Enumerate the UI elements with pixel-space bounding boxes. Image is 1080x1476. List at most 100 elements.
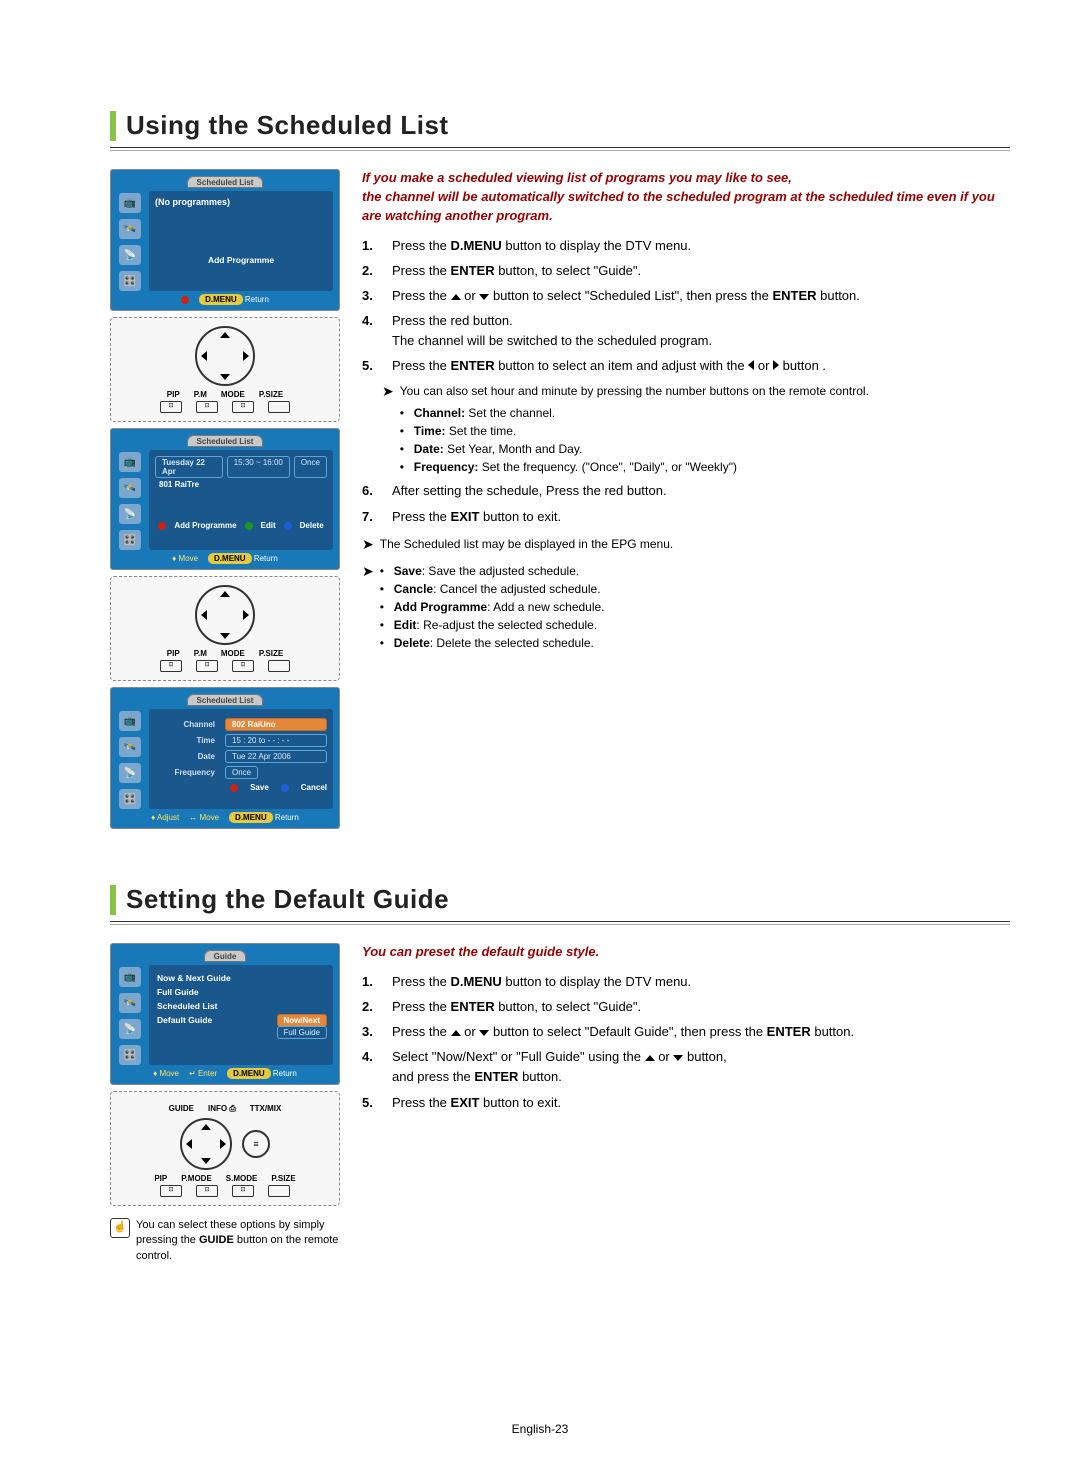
red-dot-icon <box>230 784 238 792</box>
step: Press the D.MENU button to display the D… <box>362 236 1010 256</box>
step: Press the red button.The channel will be… <box>362 311 1010 351</box>
note-arrow-icon: ➤ <box>382 381 394 475</box>
red-dot-icon <box>158 522 166 530</box>
list-once: Once <box>294 456 327 478</box>
tv-tab: Scheduled List <box>187 176 264 188</box>
instructions-column: If you make a scheduled viewing list of … <box>362 169 1010 829</box>
sidebar-icon: 🎛️ <box>119 1045 141 1065</box>
step: Press the D.MENU button to display the D… <box>362 972 1010 992</box>
list-date: Tuesday 22 Apr <box>155 456 223 478</box>
tv-panel-guide: Guide 📺 🛰️ 📡 🎛️ Now & Next Guide Full Gu… <box>110 943 340 1085</box>
sidebar-icon: 🎛️ <box>119 271 141 291</box>
rule <box>110 147 1010 151</box>
illustration-column: Guide 📺 🛰️ 📡 🎛️ Now & Next Guide Full Gu… <box>110 943 340 1264</box>
sidebar-icon: 📺 <box>119 967 141 987</box>
down-arrow-icon <box>201 1158 211 1164</box>
right-arrow-icon <box>243 610 249 620</box>
option: Full Guide <box>277 1026 327 1039</box>
sidebar-icon: 📡 <box>119 245 141 265</box>
remote-diagram: PIP P.M MODE P.SIZE ⊡⊡⊡ <box>110 317 340 422</box>
intro-text: If you make a scheduled viewing list of … <box>362 169 1010 226</box>
step: Press the ENTER button, to select "Guide… <box>362 997 1010 1017</box>
blue-dot-icon <box>281 784 289 792</box>
down-arrow-icon <box>220 374 230 380</box>
up-arrow-icon <box>220 591 230 597</box>
step: Press the ENTER button, to select "Guide… <box>362 261 1010 281</box>
blue-dot-icon <box>284 522 292 530</box>
dmenu-pill: D.MENU <box>229 812 273 823</box>
selected-option: Now/Next <box>277 1014 327 1027</box>
dmenu-pill: D.MENU <box>208 553 252 564</box>
sidebar-icon: 🎛️ <box>119 789 141 809</box>
remote-diagram: GUIDE INFO ⎙ TTX/MIX ≡ <box>110 1091 340 1206</box>
hand-icon: ☝ <box>110 1218 130 1238</box>
up-arrow-icon <box>451 294 461 300</box>
sidebar-icon: 🛰️ <box>119 478 141 498</box>
rule <box>110 921 1010 925</box>
ttx-circle-icon: ≡ <box>242 1130 270 1158</box>
sidebar-icon: 🛰️ <box>119 219 141 239</box>
up-arrow-icon <box>645 1055 655 1061</box>
list-channel: 801 RaiTre <box>155 478 327 491</box>
note-arrow-icon: ➤ <box>362 534 374 555</box>
accent-bar-icon <box>110 885 116 915</box>
right-arrow-icon <box>243 351 249 361</box>
right-arrow-icon <box>220 1139 226 1149</box>
note-arrow-icon: ➤ <box>362 561 374 651</box>
heading: Using the Scheduled List <box>126 110 449 141</box>
red-dot-icon <box>181 296 189 304</box>
tv-panel-empty: Scheduled List 📺 🛰️ 📡 🎛️ (No programmes)… <box>110 169 340 311</box>
sidebar-icon: 📡 <box>119 1019 141 1039</box>
step: Select "Now/Next" or "Full Guide" using … <box>362 1047 1010 1087</box>
steps-list: Press the D.MENU button to display the D… <box>362 972 1010 1113</box>
frequency-value: Once <box>225 766 258 779</box>
remote-diagram: PIP P.M MODE P.SIZE ⊡⊡⊡ <box>110 576 340 681</box>
left-arrow-icon <box>186 1139 192 1149</box>
tv-tab: Scheduled List <box>187 435 264 447</box>
sidebar-icon: 📺 <box>119 711 141 731</box>
green-dot-icon <box>245 522 253 530</box>
list-time: 15:30 ~ 16:00 <box>227 456 290 478</box>
page-number: English-23 <box>0 1422 1080 1436</box>
section-scheduled-list: Using the Scheduled List Scheduled List … <box>110 110 1010 829</box>
tv-tab: Guide <box>204 950 247 962</box>
no-programmes-label: (No programmes) <box>155 197 327 207</box>
dmenu-pill: D.MENU <box>227 1068 271 1079</box>
sidebar-icon: 📡 <box>119 763 141 783</box>
illustration-column: Scheduled List 📺 🛰️ 📡 🎛️ (No programmes)… <box>110 169 340 829</box>
step: Press the or button to select "Default G… <box>362 1022 1010 1042</box>
add-programme-label: Add Programme <box>155 255 327 265</box>
step: Press the ENTER button to select an item… <box>362 356 1010 476</box>
up-arrow-icon <box>201 1124 211 1130</box>
date-value: Tue 22 Apr 2006 <box>225 750 327 763</box>
intro-text: You can preset the default guide style. <box>362 943 1010 962</box>
tv-tab: Scheduled List <box>187 694 264 706</box>
sidebar-icon: 📺 <box>119 193 141 213</box>
menu-item: Full Guide <box>155 985 327 999</box>
dpad-ring-icon <box>195 326 255 386</box>
menu-item: Scheduled List <box>155 999 327 1013</box>
dpad-ring-icon <box>180 1118 232 1170</box>
step: Press the or button to select "Scheduled… <box>362 286 1010 306</box>
tv-panel-list: Scheduled List 📺 🛰️ 📡 🎛️ Tuesday 22 Apr … <box>110 428 340 570</box>
up-arrow-icon <box>451 1030 461 1036</box>
section-default-guide: Setting the Default Guide Guide 📺 🛰️ 📡 🎛… <box>110 884 1010 1264</box>
menu-item: Default Guide <box>155 1013 214 1027</box>
down-arrow-icon <box>479 294 489 300</box>
accent-bar-icon <box>110 111 116 141</box>
dpad-ring-icon <box>195 585 255 645</box>
sidebar-icon: 📡 <box>119 504 141 524</box>
tv-panel-form: Scheduled List 📺 🛰️ 📡 🎛️ Channel802 RaiU… <box>110 687 340 829</box>
hint-note: ☝ You can select these options by simply… <box>110 1218 340 1264</box>
left-arrow-icon <box>201 610 207 620</box>
menu-item: Now & Next Guide <box>155 971 327 985</box>
sidebar-icon: 📺 <box>119 452 141 472</box>
up-arrow-icon <box>220 332 230 338</box>
dmenu-pill: D.MENU <box>199 294 243 305</box>
step: After setting the schedule, Press the re… <box>362 481 1010 501</box>
down-arrow-icon <box>479 1030 489 1036</box>
step: Press the EXIT button to exit. <box>362 1093 1010 1113</box>
step: Press the EXIT button to exit. <box>362 507 1010 527</box>
instructions-column: You can preset the default guide style. … <box>362 943 1010 1264</box>
time-value: 15 : 20 to - - : - - <box>225 734 327 747</box>
